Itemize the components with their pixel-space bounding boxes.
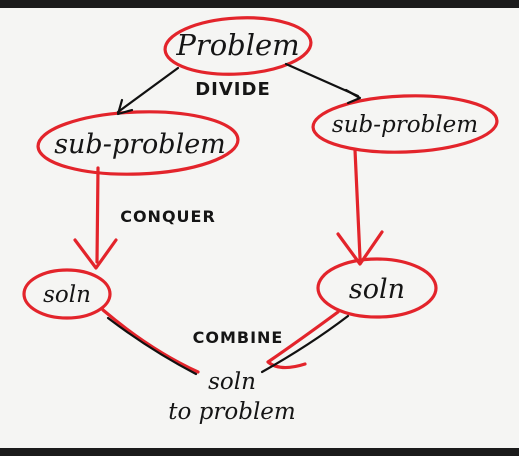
final-solution-line1: soln	[208, 369, 256, 395]
video-frame: Problem DIVIDE sub-problem sub-problem C…	[0, 0, 519, 456]
combine-label: COMBINE	[193, 328, 284, 347]
sub-problem-left-label: sub-problem	[54, 129, 226, 160]
soln-left-label: soln	[43, 282, 91, 308]
problem-node-label: Problem	[175, 28, 299, 62]
divide-left-arrow	[116, 66, 180, 114]
divide-label: DIVIDE	[195, 79, 271, 100]
conquer-right-red-arrow	[353, 148, 362, 260]
conquer-label: CONQUER	[120, 207, 216, 226]
divide-and-conquer-diagram: Problem DIVIDE sub-problem sub-problem C…	[22, 16, 499, 425]
conquer-left-red-arrow	[95, 166, 100, 264]
soln-right-label: soln	[349, 274, 405, 305]
final-solution-line2: to problem	[168, 399, 295, 425]
sub-problem-right-label: sub-problem	[332, 112, 478, 138]
combine-left-red-line	[101, 308, 200, 374]
